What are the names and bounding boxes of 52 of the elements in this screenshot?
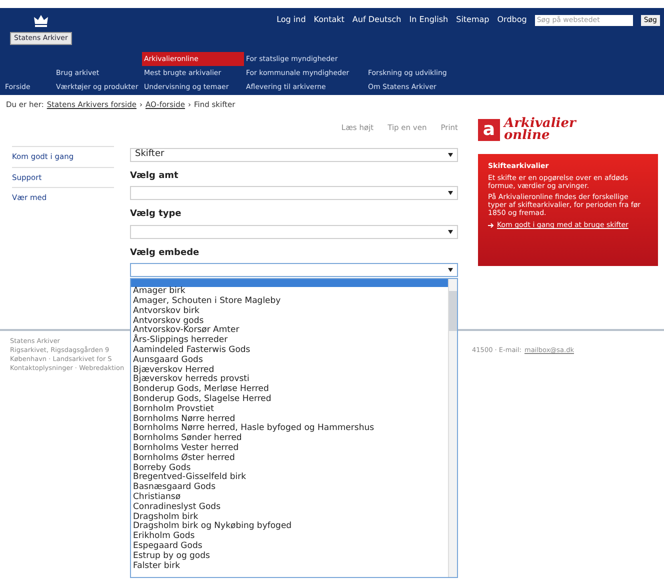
dropdown-option[interactable]: Aunsgaard Gods [131,356,448,366]
select-field[interactable] [130,186,458,200]
arrow-right-icon [488,222,494,228]
top-link[interactable]: Log ind [276,14,306,26]
top-link[interactable]: Ordbog [497,14,527,26]
dropdown-option[interactable]: Dragsholm birk og Nykøbing byfoged [131,522,448,532]
dropdown-option[interactable]: Amager birk [131,287,448,298]
dropdown-option[interactable]: Bornholms Øster herred [131,454,448,464]
dropdown-option[interactable]: Bjæverskov Herred [131,366,448,376]
brand-name: online [504,130,551,142]
dropdown-option[interactable]: Conradineslyst Gods [131,502,448,513]
dropdown-option[interactable]: Bornholms Vester herred [131,444,448,454]
dropdown-option[interactable]: Bornholms Nørre herred [131,414,448,424]
caret-icon [448,268,453,272]
dropdown-option[interactable]: Dragsholm birk [131,512,448,522]
caret-icon [448,230,453,234]
top-link[interactable]: In English [409,14,448,26]
select-field[interactable] [130,263,458,277]
dropdown-option[interactable]: Bonderup Gods, Slagelse Herred [131,395,448,405]
dropdown-option[interactable]: Espegaard Gods [131,542,448,552]
dropdown-option[interactable]: Bonderup Gods, Merløse Herred [131,385,448,396]
field-label: Vælg type [130,208,182,221]
select-field[interactable] [130,224,458,238]
dropdown-option[interactable]: Erikholm Gods [131,532,448,542]
dropdown-option[interactable]: Bjæverskov herreds provsti [131,375,448,386]
type-select[interactable]: Skifter [130,148,458,162]
caret-icon [448,191,453,195]
dropdown-option[interactable]: Aamindeled Fasterwis Gods [131,346,448,356]
brand-logo-mark: a [478,119,500,142]
dropdown-option[interactable]: Bornholms Sønder herred [131,434,448,444]
dropdown-option[interactable]: Bornholms Nørre herred, Hasle byfoged og Hammershus [131,424,448,434]
top-link[interactable]: Auf Deutsch [352,14,402,26]
dropdown-option[interactable]: Bregentved-Gisselfeld birk [131,473,448,484]
dropdown-option[interactable]: Års-Slippings herreder [131,336,448,346]
dropdown-option[interactable]: Bornholm Provstiet [131,404,448,415]
crown-icon [32,14,49,28]
dropdown-option[interactable]: Estrup by og gods [131,552,448,562]
dropdown-option[interactable]: Amager, Schouten i Store Magleby [131,297,448,307]
dropdown-option[interactable]: Falster birk [131,562,448,572]
dropdown-option[interactable]: Basnæsgaard Gods [131,483,448,493]
dropdown-option[interactable]: Antvorskov birk [131,306,448,317]
dropdown-option[interactable] [131,279,448,288]
dropdown-option[interactable]: Christiansø [131,492,448,503]
top-link[interactable]: Sitemap [456,14,490,26]
dropdown-option[interactable]: Borreby Gods [131,464,448,474]
scrollbar[interactable] [448,279,457,578]
field-label: Vælg embede [130,246,200,260]
top-link[interactable]: Kontakt [314,14,344,26]
brand-name: Arkivalier [504,118,576,130]
field-label: Vælg amt [130,170,180,182]
dropdown-option[interactable]: Antvorskov gods [131,316,448,326]
caret-icon [448,152,453,156]
